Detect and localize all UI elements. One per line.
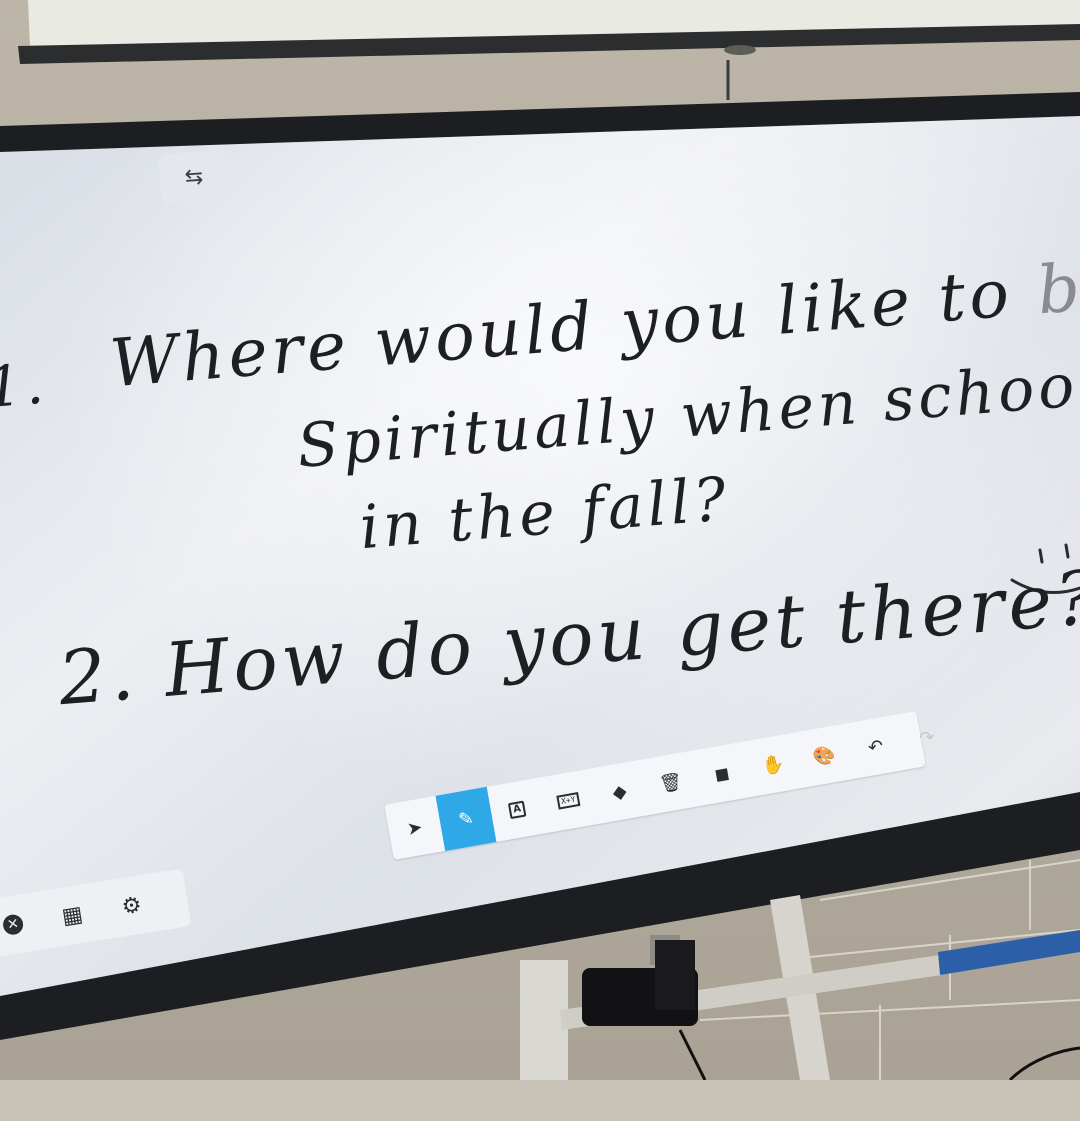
eraser-tool-button[interactable]: ◆ — [589, 760, 650, 824]
close-circle-icon: ✕ — [1, 913, 25, 937]
qr-code-icon: ▦ — [60, 901, 85, 930]
formula-tool-button[interactable]: X+Y — [538, 769, 599, 833]
cursor-arrow-icon: ➤ — [405, 816, 424, 840]
pan-tool-button[interactable]: ✋ — [743, 733, 804, 797]
trash-icon: 🗑 — [657, 770, 684, 796]
clear-tool-button[interactable]: 🗑 — [640, 751, 701, 815]
qr-code-button[interactable]: ▦ — [38, 882, 106, 949]
gear-icon: ⚙ — [119, 892, 144, 920]
color-tool-button[interactable]: 🎨 — [794, 724, 855, 788]
settings-button[interactable]: ⚙ — [97, 873, 165, 940]
pen-tool-button[interactable]: ✎ — [435, 786, 497, 851]
redo-tool-button[interactable]: ↷ — [896, 706, 957, 770]
text-tool-button[interactable]: A — [487, 778, 548, 842]
formula-icon: X+Y — [556, 791, 581, 810]
swap-panel-button[interactable]: ⇆ — [158, 149, 230, 205]
hand-icon: ✋ — [760, 752, 787, 777]
undo-tool-button[interactable]: ↶ — [845, 715, 906, 779]
pencil-icon: ✎ — [456, 807, 476, 831]
text-box-icon: A — [508, 800, 527, 820]
select-tool-button[interactable]: ➤ — [384, 796, 445, 860]
eraser-icon: ◆ — [610, 780, 629, 804]
undo-icon: ↶ — [866, 734, 885, 759]
shapes-icon: ◼ — [712, 762, 732, 786]
shape-tool-button[interactable]: ◼ — [692, 742, 753, 806]
swap-arrows-icon: ⇆ — [183, 163, 205, 191]
palette-icon: 🎨 — [811, 743, 838, 768]
redo-icon: ↷ — [917, 725, 937, 750]
